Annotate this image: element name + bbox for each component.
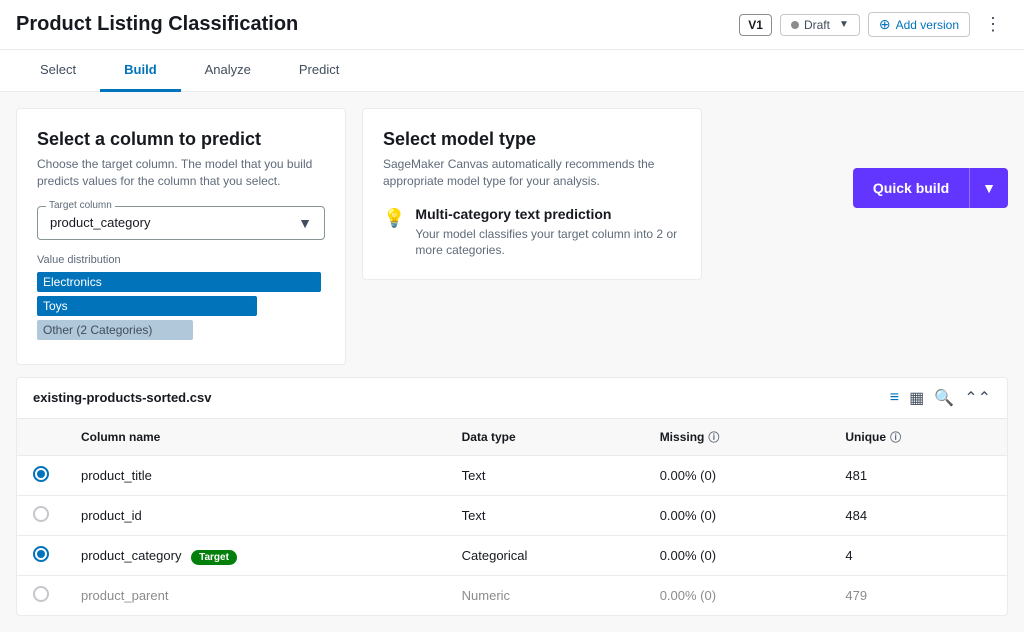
model-option-text: Multi-category text prediction Your mode… bbox=[415, 206, 681, 260]
row-icon bbox=[17, 535, 65, 575]
column-name-cell: product_parent bbox=[65, 575, 446, 615]
more-options-button[interactable]: ⋮ bbox=[978, 12, 1008, 37]
nav-tabs: Select Build Analyze Predict bbox=[0, 50, 1024, 92]
draft-dropdown[interactable]: Draft ▼ bbox=[780, 14, 860, 36]
draft-label: Draft bbox=[804, 18, 830, 32]
column-name-cell: product_id bbox=[65, 495, 446, 535]
th-icon bbox=[17, 419, 65, 456]
value-distribution-label: Value distribution bbox=[37, 254, 325, 266]
column-name-cell: product_category Target bbox=[65, 535, 446, 575]
quick-build-arrow-icon[interactable]: ▼ bbox=[970, 170, 1008, 206]
th-data-type: Data type bbox=[446, 419, 644, 456]
data-type-cell: Categorical bbox=[446, 535, 644, 575]
row-icon bbox=[17, 575, 65, 615]
th-column-name: Column name bbox=[65, 419, 446, 456]
data-type-cell: Text bbox=[446, 455, 644, 495]
draft-dot-icon bbox=[791, 21, 799, 29]
unique-info-icon[interactable]: ⓘ bbox=[890, 429, 901, 445]
unique-cell: 4 bbox=[829, 535, 1007, 575]
th-missing: Missing ⓘ bbox=[644, 419, 830, 456]
target-column-select[interactable]: Target column product_category ▼ bbox=[37, 206, 325, 240]
select-model-card: Select model type SageMaker Canvas autom… bbox=[362, 108, 702, 280]
tab-predict[interactable]: Predict bbox=[275, 50, 363, 92]
page-title: Product Listing Classification bbox=[16, 13, 298, 36]
radio-selected-icon[interactable] bbox=[33, 466, 49, 482]
target-badge: Target bbox=[191, 550, 237, 565]
th-unique: Unique ⓘ bbox=[829, 419, 1007, 456]
column-name: product_id bbox=[81, 508, 142, 523]
draft-chevron-icon: ▼ bbox=[839, 19, 849, 30]
bar-item-1: Toys bbox=[37, 296, 325, 316]
header-actions: V1 Draft ▼ ⊕ Add version ⋮ bbox=[739, 12, 1008, 37]
select-column-desc: Choose the target column. The model that… bbox=[37, 156, 325, 190]
columns-table: Column name Data type Missing ⓘ Unique ⓘ bbox=[17, 419, 1007, 615]
target-column-label: Target column bbox=[46, 200, 115, 211]
tab-build[interactable]: Build bbox=[100, 50, 181, 92]
model-type-title: Select model type bbox=[383, 129, 681, 150]
missing-cell: 0.00% (0) bbox=[644, 575, 830, 615]
data-type-cell: Text bbox=[446, 495, 644, 535]
radio-empty-icon[interactable] bbox=[33, 506, 49, 522]
model-bulb-icon: 💡 bbox=[383, 208, 405, 229]
radio-empty-icon[interactable] bbox=[33, 586, 49, 602]
select-column-card: Select a column to predict Choose the ta… bbox=[16, 108, 346, 365]
table-row: product_title Text0.00% (0)481 bbox=[17, 455, 1007, 495]
quick-build-label: Quick build bbox=[853, 170, 969, 206]
table-row: product_id Text0.00% (0)484 bbox=[17, 495, 1007, 535]
bar-label-1: Toys bbox=[43, 296, 68, 316]
column-name: product_category bbox=[81, 548, 181, 563]
model-option-desc: Your model classifies your target column… bbox=[415, 226, 681, 260]
cards-row: Select a column to predict Choose the ta… bbox=[16, 108, 1008, 365]
model-option-title: Multi-category text prediction bbox=[415, 206, 681, 222]
bar-label-0: Electronics bbox=[43, 272, 102, 292]
collapse-button[interactable]: ⌃⌃ bbox=[964, 388, 991, 408]
dataset-filename: existing-products-sorted.csv bbox=[33, 390, 211, 405]
app-header: Product Listing Classification V1 Draft … bbox=[0, 0, 1024, 50]
missing-cell: 0.00% (0) bbox=[644, 535, 830, 575]
table-row: product_parent Numeric0.00% (0)479 bbox=[17, 575, 1007, 615]
value-distribution-bars: Electronics Toys Other (2 Categories) bbox=[37, 272, 325, 340]
quick-build-button[interactable]: Quick build ▼ bbox=[853, 168, 1008, 208]
add-version-label: Add version bbox=[896, 18, 959, 32]
quick-build-area: Quick build ▼ bbox=[718, 108, 1008, 208]
dataset-controls: ≡ ▦ 🔍 ⌃⌃ bbox=[890, 388, 991, 408]
target-column-value: product_category bbox=[50, 215, 150, 230]
bar-label-2: Other (2 Categories) bbox=[43, 320, 152, 340]
dataset-section: existing-products-sorted.csv ≡ ▦ 🔍 ⌃⌃ Co… bbox=[16, 377, 1008, 616]
unique-cell: 484 bbox=[829, 495, 1007, 535]
search-icon[interactable]: 🔍 bbox=[934, 388, 954, 408]
missing-info-icon[interactable]: ⓘ bbox=[708, 429, 719, 445]
column-name: product_title bbox=[81, 468, 152, 483]
tab-analyze[interactable]: Analyze bbox=[181, 50, 275, 92]
model-type-desc: SageMaker Canvas automatically recommend… bbox=[383, 156, 681, 190]
column-name-cell: product_title bbox=[65, 455, 446, 495]
list-view-icon[interactable]: ≡ bbox=[890, 389, 899, 407]
table-row: product_category TargetCategorical0.00% … bbox=[17, 535, 1007, 575]
plus-icon: ⊕ bbox=[879, 16, 891, 33]
bar-item-2: Other (2 Categories) bbox=[37, 320, 325, 340]
bar-fill-1 bbox=[37, 296, 257, 316]
bar-item-0: Electronics bbox=[37, 272, 325, 292]
add-version-button[interactable]: ⊕ Add version bbox=[868, 12, 970, 37]
missing-cell: 0.00% (0) bbox=[644, 495, 830, 535]
tab-select[interactable]: Select bbox=[16, 50, 100, 92]
unique-cell: 479 bbox=[829, 575, 1007, 615]
radio-target-icon[interactable] bbox=[33, 546, 49, 562]
select-chevron-icon: ▼ bbox=[298, 215, 312, 231]
missing-cell: 0.00% (0) bbox=[644, 455, 830, 495]
dataset-header: existing-products-sorted.csv ≡ ▦ 🔍 ⌃⌃ bbox=[17, 378, 1007, 419]
version-badge[interactable]: V1 bbox=[739, 14, 772, 36]
column-name: product_parent bbox=[81, 588, 168, 603]
row-icon bbox=[17, 495, 65, 535]
row-icon bbox=[17, 455, 65, 495]
unique-cell: 481 bbox=[829, 455, 1007, 495]
grid-view-icon[interactable]: ▦ bbox=[909, 388, 924, 408]
model-option: 💡 Multi-category text prediction Your mo… bbox=[383, 206, 681, 260]
data-type-cell: Numeric bbox=[446, 575, 644, 615]
main-content: Select a column to predict Choose the ta… bbox=[0, 92, 1024, 632]
select-column-title: Select a column to predict bbox=[37, 129, 325, 150]
